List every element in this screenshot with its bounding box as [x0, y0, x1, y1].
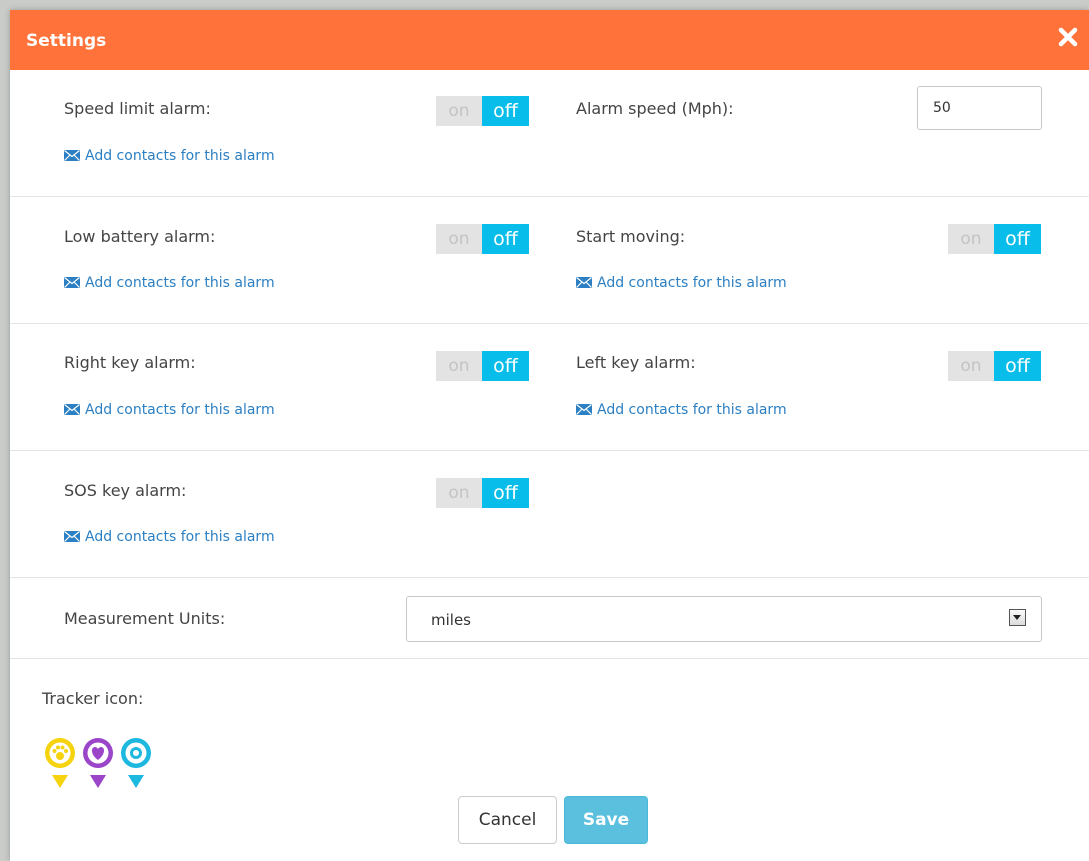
right-key-add-contacts-link[interactable]: Add contacts for this alarm: [64, 402, 275, 418]
toggle-on-option[interactable]: on: [436, 96, 482, 126]
toggle-off-option[interactable]: off: [482, 478, 529, 508]
alarm-speed-input[interactable]: [917, 86, 1042, 130]
add-contacts-label: Add contacts for this alarm: [597, 402, 787, 418]
sos-key-label: SOS key alarm:: [64, 481, 187, 500]
start-moving-label: Start moving:: [576, 227, 686, 246]
toggle-off-option[interactable]: off: [482, 224, 529, 254]
toggle-off-option[interactable]: off: [994, 351, 1041, 381]
low-battery-toggle[interactable]: on off: [436, 224, 529, 254]
close-icon[interactable]: [1057, 26, 1079, 48]
ring-pin-icon[interactable]: [117, 736, 155, 792]
sos-key-add-contacts-link[interactable]: Add contacts for this alarm: [64, 529, 275, 545]
envelope-icon: [576, 404, 592, 415]
start-moving-add-contacts-link[interactable]: Add contacts for this alarm: [576, 275, 787, 291]
envelope-icon: [64, 404, 80, 415]
key-alarm-section: Right key alarm: on off Add contacts for…: [10, 324, 1089, 451]
sos-section: SOS key alarm: on off Add contacts for t…: [10, 451, 1089, 578]
cancel-button[interactable]: Cancel: [458, 796, 557, 844]
battery-moving-section: Low battery alarm: on off Add contacts f…: [10, 197, 1089, 324]
envelope-icon: [64, 277, 80, 288]
paw-pin-icon[interactable]: [41, 736, 79, 792]
tracker-icon-picker: [41, 736, 155, 792]
toggle-on-option[interactable]: on: [436, 351, 482, 381]
toggle-off-option[interactable]: off: [994, 224, 1041, 254]
left-key-add-contacts-link[interactable]: Add contacts for this alarm: [576, 402, 787, 418]
add-contacts-label: Add contacts for this alarm: [597, 275, 787, 291]
dialog-title: Settings: [26, 31, 107, 51]
settings-dialog: Settings Speed limit alarm: on off Add c…: [10, 10, 1089, 861]
speed-limit-toggle[interactable]: on off: [436, 96, 529, 126]
tracker-icon-label: Tracker icon:: [42, 689, 144, 708]
measurement-units-value: miles: [431, 611, 471, 629]
toggle-on-option[interactable]: on: [948, 224, 994, 254]
right-key-label: Right key alarm:: [64, 353, 196, 372]
speed-limit-add-contacts-link[interactable]: Add contacts for this alarm: [64, 148, 275, 164]
low-battery-add-contacts-link[interactable]: Add contacts for this alarm: [64, 275, 275, 291]
start-moving-toggle[interactable]: on off: [948, 224, 1041, 254]
sos-key-toggle[interactable]: on off: [436, 478, 529, 508]
left-key-toggle[interactable]: on off: [948, 351, 1041, 381]
toggle-off-option[interactable]: off: [482, 351, 529, 381]
heart-pin-icon[interactable]: [79, 736, 117, 792]
add-contacts-label: Add contacts for this alarm: [85, 402, 275, 418]
toggle-on-option[interactable]: on: [948, 351, 994, 381]
add-contacts-label: Add contacts for this alarm: [85, 275, 275, 291]
left-key-label: Left key alarm:: [576, 353, 696, 372]
save-button[interactable]: Save: [564, 796, 648, 844]
measurement-units-label: Measurement Units:: [64, 609, 226, 628]
right-key-toggle[interactable]: on off: [436, 351, 529, 381]
envelope-icon: [64, 150, 80, 161]
toggle-off-option[interactable]: off: [482, 96, 529, 126]
low-battery-label: Low battery alarm:: [64, 227, 216, 246]
dialog-header: Settings: [10, 10, 1089, 70]
alarm-speed-label: Alarm speed (Mph):: [576, 99, 734, 118]
speed-limit-label: Speed limit alarm:: [64, 99, 211, 118]
measurement-units-select[interactable]: miles: [406, 596, 1042, 642]
envelope-icon: [64, 531, 80, 542]
add-contacts-label: Add contacts for this alarm: [85, 148, 275, 164]
chevron-down-icon[interactable]: [1009, 609, 1026, 626]
envelope-icon: [576, 277, 592, 288]
toggle-on-option[interactable]: on: [436, 224, 482, 254]
toggle-on-option[interactable]: on: [436, 478, 482, 508]
add-contacts-label: Add contacts for this alarm: [85, 529, 275, 545]
